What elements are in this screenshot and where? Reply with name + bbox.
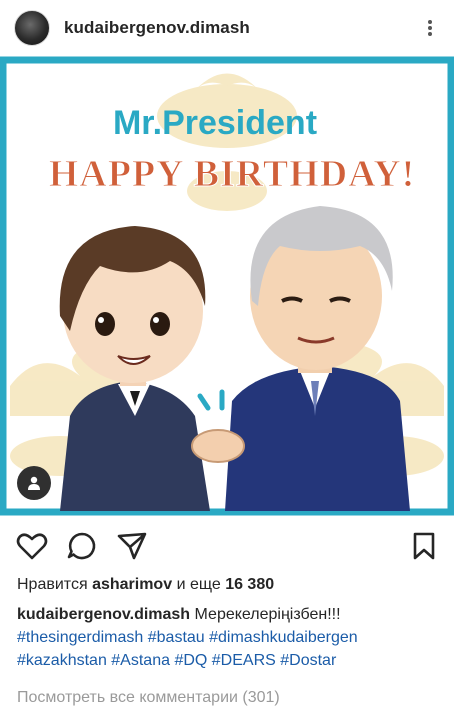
likes-line: Нравится asharimov и еще 16 380: [17, 576, 274, 594]
avatar[interactable]: [14, 10, 50, 46]
comment-icon[interactable]: [66, 530, 98, 562]
image-subtitle: HAPPY BIRTHDAY!: [49, 153, 416, 195]
share-icon[interactable]: [116, 530, 148, 562]
likes-prefix: Нравится: [17, 576, 88, 593]
post-caption: kudaibergenov.dimash Мерекелеріңізбен!!!…: [17, 603, 447, 672]
likes-user[interactable]: asharimov: [92, 576, 172, 593]
likes-middle: и еще: [176, 576, 221, 593]
bookmark-icon[interactable]: [408, 530, 440, 562]
post-header: kudaibergenov.dimash: [0, 0, 454, 56]
post-username[interactable]: kudaibergenov.dimash: [64, 18, 250, 38]
post-actions: [0, 522, 454, 568]
handshake: [191, 429, 245, 463]
view-all-comments-link[interactable]: Посмотреть все комментарии (301): [17, 689, 280, 707]
heart-icon[interactable]: [16, 530, 48, 562]
post-image[interactable]: Mr.President HAPPY BIRTHDAY!: [0, 56, 454, 516]
user-tag-icon[interactable]: [17, 466, 51, 500]
birthday-illustration: Mr.President HAPPY BIRTHDAY!: [0, 56, 454, 516]
caption-hashtags[interactable]: #thesingerdimash #bastau #dimashkudaiber…: [17, 629, 358, 669]
caption-author[interactable]: kudaibergenov.dimash: [17, 606, 190, 623]
image-title: Mr.President: [113, 104, 317, 142]
more-vertical-icon[interactable]: [420, 16, 440, 40]
likes-count[interactable]: 16 380: [225, 576, 274, 593]
caption-text: Мерекелеріңізбен!!!: [194, 606, 341, 623]
